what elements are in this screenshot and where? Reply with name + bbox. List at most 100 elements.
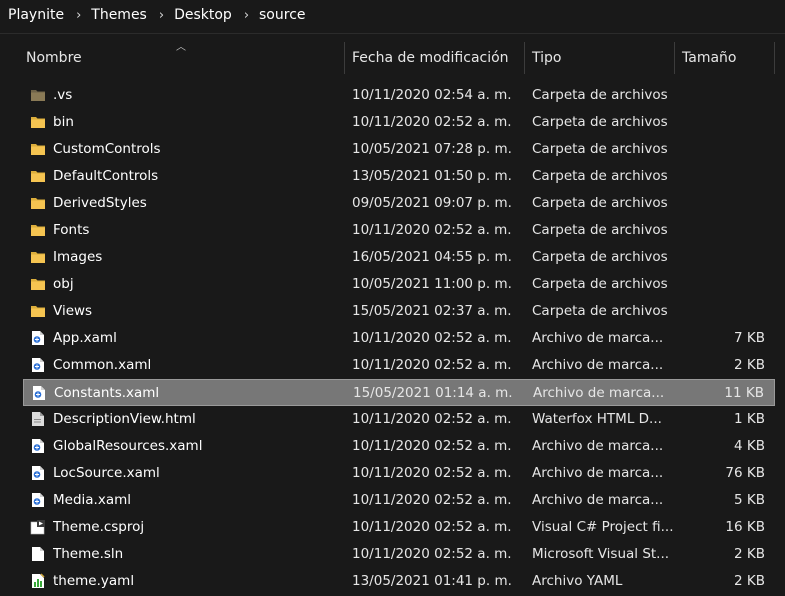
- file-row[interactable]: Common.xaml 10/11/2020 02:52 a. m. Archivo…: [23, 352, 775, 379]
- breadcrumb-item-desktop[interactable]: Desktop: [174, 7, 232, 23]
- column-divider[interactable]: [344, 42, 345, 74]
- xaml-file-icon: [30, 492, 46, 508]
- file-type: Carpeta de archivos: [532, 168, 668, 184]
- file-type: Carpeta de archivos: [532, 303, 668, 319]
- yaml-file-icon: [30, 573, 46, 589]
- file-size: [675, 109, 765, 136]
- file-type: Archivo de marca...: [533, 385, 665, 401]
- file-size: [675, 190, 765, 217]
- xaml-file-icon: [30, 357, 46, 373]
- file-date: 16/05/2021 04:55 p. m.: [352, 249, 512, 265]
- file-name: LocSource.xaml: [53, 465, 160, 481]
- file-size: [675, 136, 765, 163]
- file-type: Archivo de marca...: [532, 438, 664, 454]
- file-name: Media.xaml: [53, 492, 132, 508]
- file-row[interactable]: obj 10/05/2021 11:00 p. m. Carpeta de arch…: [23, 271, 775, 298]
- file-row[interactable]: GlobalResources.xaml 10/11/2020 02:52 a. …: [23, 433, 775, 460]
- file-date: 13/05/2021 01:41 p. m.: [352, 573, 512, 589]
- file-size: 11 KB: [724, 385, 764, 401]
- breadcrumb-item-source[interactable]: source: [259, 7, 306, 23]
- column-divider[interactable]: [774, 42, 775, 74]
- file-size: [675, 163, 765, 190]
- file-name: Theme.sln: [53, 546, 124, 562]
- file-size: 1 KB: [734, 411, 765, 427]
- file-name: DefaultControls: [53, 168, 159, 184]
- file-name: App.xaml: [53, 330, 117, 346]
- column-header-name[interactable]: Nombre: [20, 42, 345, 74]
- xaml-file-icon: [30, 438, 46, 454]
- column-header-date[interactable]: Fecha de modificación: [346, 42, 524, 74]
- file-name: CustomControls: [53, 141, 161, 157]
- file-name: .vs: [53, 87, 73, 103]
- file-name: Views: [53, 303, 93, 319]
- file-size: [675, 82, 765, 109]
- file-name: obj: [53, 276, 74, 292]
- column-header-size[interactable]: Tamaño: [676, 42, 774, 74]
- file-size: 2 KB: [734, 546, 765, 562]
- column-divider[interactable]: [524, 42, 525, 74]
- file-row[interactable]: App.xaml 10/11/2020 02:52 a. m. Archivo de…: [23, 325, 775, 352]
- file-size: [675, 217, 765, 244]
- file-name: bin: [53, 114, 74, 130]
- chevron-right-icon[interactable]: ›: [159, 8, 164, 23]
- folder-icon: [30, 249, 46, 265]
- xaml-file-icon: [30, 465, 46, 481]
- file-type: Archivo de marca...: [532, 357, 664, 373]
- file-name: Theme.csproj: [53, 519, 145, 535]
- file-name: Images: [53, 249, 103, 265]
- chevron-right-icon[interactable]: ›: [76, 8, 81, 23]
- file-row[interactable]: Images 16/05/2021 04:55 p. m. Carpeta de a…: [23, 244, 775, 271]
- file-date: 15/05/2021 01:14 a. m.: [353, 385, 513, 401]
- file-date: 10/11/2020 02:52 a. m.: [352, 357, 512, 373]
- file-row[interactable]: theme.yaml 13/05/2021 01:41 p. m. Archivo …: [23, 568, 775, 595]
- file-size: [675, 271, 765, 298]
- file-date: 15/05/2021 02:37 a. m.: [352, 303, 512, 319]
- file-name: DescriptionView.html: [53, 411, 196, 427]
- xaml-file-icon: [30, 330, 46, 346]
- file-size: [675, 298, 765, 325]
- file-name: Common.xaml: [53, 357, 152, 373]
- file-type: Waterfox HTML D...: [532, 411, 662, 427]
- file-row[interactable]: CustomControls 10/05/2021 07:28 p. m. Carp…: [23, 136, 775, 163]
- file-type: Archivo de marca...: [532, 330, 664, 346]
- file-row[interactable]: Theme.sln 10/11/2020 02:52 a. m. Microsoft…: [23, 541, 775, 568]
- file-row[interactable]: LocSource.xaml 10/11/2020 02:52 a. m. Arch…: [23, 460, 775, 487]
- file-row[interactable]: DescriptionView.html 10/11/2020 02:52 a. …: [23, 406, 775, 433]
- column-header-type[interactable]: Tipo: [526, 42, 674, 74]
- file-row[interactable]: Fonts 10/11/2020 02:52 a. m. Carpeta de ar…: [23, 217, 775, 244]
- divider: [0, 33, 785, 34]
- folder-icon: [30, 303, 46, 319]
- file-date: 09/05/2021 09:07 p. m.: [352, 195, 512, 211]
- file-date: 10/05/2021 07:28 p. m.: [352, 141, 512, 157]
- file-row[interactable]: Views 15/05/2021 02:37 a. m. Carpeta de ar…: [23, 298, 775, 325]
- file-date: 10/11/2020 02:54 a. m.: [352, 87, 512, 103]
- breadcrumb-item-playnite[interactable]: Playnite: [8, 7, 64, 23]
- file-row[interactable]: Theme.csproj 10/11/2020 02:52 a. m. Visual…: [23, 514, 775, 541]
- file-date: 10/11/2020 02:52 a. m.: [352, 330, 512, 346]
- file-row[interactable]: DefaultControls 13/05/2021 01:50 p. m. Car…: [23, 163, 775, 190]
- file-row[interactable]: .vs 10/11/2020 02:54 a. m. Carpeta de arch…: [23, 82, 775, 109]
- file-size: 2 KB: [734, 357, 765, 373]
- column-divider[interactable]: [674, 42, 675, 74]
- file-name: Fonts: [53, 222, 90, 238]
- folder-icon: [30, 168, 46, 184]
- chevron-right-icon[interactable]: ›: [244, 8, 249, 23]
- file-row[interactable]: bin 10/11/2020 02:52 a. m. Carpeta de arch…: [23, 109, 775, 136]
- file-date: 10/11/2020 02:52 a. m.: [352, 492, 512, 508]
- breadcrumb-item-themes[interactable]: Themes: [91, 7, 147, 23]
- file-type: Archivo YAML: [532, 573, 623, 589]
- file-date: 13/05/2021 01:50 p. m.: [352, 168, 512, 184]
- csproj-file-icon: [30, 519, 46, 535]
- breadcrumb: Playnite › Themes › Desktop › source: [0, 0, 785, 30]
- file-row-selected[interactable]: Constants.xaml 15/05/2021 01:14 a. m. Arch…: [23, 379, 775, 406]
- sln-file-icon: [30, 546, 46, 562]
- file-type: Archivo de marca...: [532, 465, 664, 481]
- file-row[interactable]: Media.xaml 10/11/2020 02:52 a. m. Archivo …: [23, 487, 775, 514]
- file-size: 2 KB: [734, 573, 765, 589]
- file-type: Carpeta de archivos: [532, 114, 668, 130]
- file-row[interactable]: DerivedStyles 09/05/2021 09:07 p. m. Carpe…: [23, 190, 775, 217]
- file-name: theme.yaml: [53, 573, 135, 589]
- file-size: 7 KB: [734, 330, 765, 346]
- file-size: 76 KB: [725, 465, 765, 481]
- file-type: Carpeta de archivos: [532, 195, 668, 211]
